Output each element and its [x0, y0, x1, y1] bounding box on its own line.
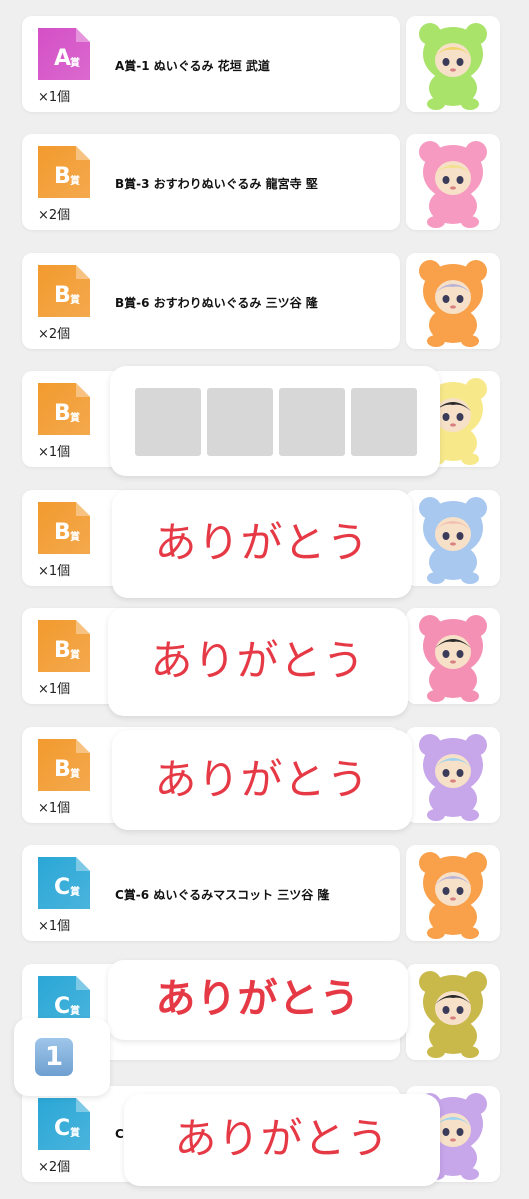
svg-text:賞: 賞 [70, 767, 80, 780]
prize-quantity: ×2個 [38, 1160, 71, 1175]
prize-photo[interactable] [406, 964, 500, 1060]
svg-text:賞: 賞 [70, 530, 80, 543]
svg-text:B: B [54, 520, 71, 545]
grade-badge: B 賞 [36, 144, 92, 200]
keycap-number-overlay: 1 [14, 1018, 110, 1096]
thanks-sticker: ありがとう [108, 960, 408, 1040]
svg-text:A: A [54, 46, 71, 71]
prize-quantity: ×1個 [38, 564, 71, 579]
svg-text:B: B [54, 164, 71, 189]
keycap-one-icon: 1 [35, 1038, 73, 1076]
prize-quantity: ×1個 [38, 919, 71, 934]
prize-photo[interactable] [406, 134, 500, 230]
grade-badge: A 賞 [36, 26, 92, 82]
grade-badge-icon: B 賞 [38, 620, 90, 672]
svg-text:C: C [54, 1116, 70, 1141]
svg-text:賞: 賞 [70, 885, 80, 898]
plush-toy-image [406, 845, 500, 941]
grade-badge: B 賞 [36, 381, 92, 437]
thanks-sticker: ありがとう [124, 1094, 440, 1186]
prize-row[interactable]: C 賞 ×1個 C賞-6 ぬいぐるみマスコット 三ツ谷 隆 [22, 845, 500, 944]
prize-card[interactable]: B 賞 ×2個 B賞-6 おすわりぬいぐるみ 三ツ谷 隆 [22, 253, 400, 349]
prize-title: B賞-6 おすわりぬいぐるみ 三ツ谷 隆 [115, 296, 318, 310]
grade-badge: B 賞 [36, 737, 92, 793]
plush-toy-image [406, 134, 500, 230]
grade-badge-icon: B 賞 [38, 146, 90, 198]
svg-text:C: C [54, 994, 70, 1019]
prize-row[interactable]: A 賞 ×1個 A賞-1 ぬいぐるみ 花垣 武道 [22, 16, 500, 115]
grade-badge-icon: C 賞 [38, 857, 90, 909]
mask-tile [207, 388, 273, 456]
plush-toy-image [406, 727, 500, 823]
plush-toy-image [406, 16, 500, 112]
prize-photo[interactable] [406, 490, 500, 586]
prize-quantity: ×1個 [38, 801, 71, 816]
grade-badge-icon: C 賞 [38, 1098, 90, 1150]
prize-quantity: ×2個 [38, 208, 71, 223]
grade-badge: B 賞 [36, 618, 92, 674]
grade-badge: B 賞 [36, 263, 92, 319]
prize-quantity: ×1個 [38, 682, 71, 697]
prize-row[interactable]: B 賞 ×2個 B賞-6 おすわりぬいぐるみ 三ツ谷 隆 [22, 253, 500, 352]
grade-badge-icon: A 賞 [38, 28, 90, 80]
prize-title: B賞-3 おすわりぬいぐるみ 龍宮寺 堅 [115, 177, 318, 191]
grade-badge-icon: B 賞 [38, 739, 90, 791]
prize-photo[interactable] [406, 608, 500, 704]
svg-text:B: B [54, 638, 71, 663]
svg-text:賞: 賞 [70, 1004, 80, 1017]
grade-badge-icon: B 賞 [38, 383, 90, 435]
grade-badge-icon: B 賞 [38, 502, 90, 554]
svg-text:賞: 賞 [70, 56, 80, 69]
prize-row[interactable]: B 賞 ×2個 B賞-3 おすわりぬいぐるみ 龍宮寺 堅 [22, 134, 500, 233]
thanks-sticker: ありがとう [112, 730, 412, 830]
thanks-sticker: ありがとう [108, 608, 408, 716]
plush-toy-image [406, 964, 500, 1060]
prize-card[interactable]: A 賞 ×1個 A賞-1 ぬいぐるみ 花垣 武道 [22, 16, 400, 112]
plush-toy-image [406, 253, 500, 349]
grade-badge-icon: B 賞 [38, 265, 90, 317]
masked-title-overlay [110, 366, 440, 476]
grade-badge: B 賞 [36, 500, 92, 556]
svg-text:賞: 賞 [70, 293, 80, 306]
plush-toy-image [406, 608, 500, 704]
svg-text:B: B [54, 757, 71, 782]
svg-text:賞: 賞 [70, 648, 80, 661]
prize-title: A賞-1 ぬいぐるみ 花垣 武道 [115, 59, 270, 73]
mask-tile [279, 388, 345, 456]
prize-card[interactable]: C 賞 ×1個 C賞-6 ぬいぐるみマスコット 三ツ谷 隆 [22, 845, 400, 941]
prize-photo[interactable] [406, 16, 500, 112]
prize-quantity: ×1個 [38, 445, 71, 460]
prize-title: C賞-6 ぬいぐるみマスコット 三ツ谷 隆 [115, 888, 330, 902]
grade-badge: C 賞 [36, 855, 92, 911]
thanks-sticker: ありがとう [112, 490, 412, 598]
prize-photo[interactable] [406, 253, 500, 349]
prize-quantity: ×2個 [38, 327, 71, 342]
prize-photo[interactable] [406, 845, 500, 941]
svg-text:賞: 賞 [70, 411, 80, 424]
prize-title: C [115, 1127, 124, 1141]
mask-tile [135, 388, 201, 456]
prize-quantity: ×1個 [38, 90, 71, 105]
mask-tile [351, 388, 417, 456]
svg-text:賞: 賞 [70, 174, 80, 187]
prize-photo[interactable] [406, 727, 500, 823]
svg-text:B: B [54, 401, 71, 426]
svg-text:賞: 賞 [70, 1126, 80, 1139]
grade-badge: C 賞 [36, 1096, 92, 1152]
svg-text:B: B [54, 283, 71, 308]
plush-toy-image [406, 490, 500, 586]
prize-card[interactable]: B 賞 ×2個 B賞-3 おすわりぬいぐるみ 龍宮寺 堅 [22, 134, 400, 230]
svg-text:C: C [54, 875, 70, 900]
